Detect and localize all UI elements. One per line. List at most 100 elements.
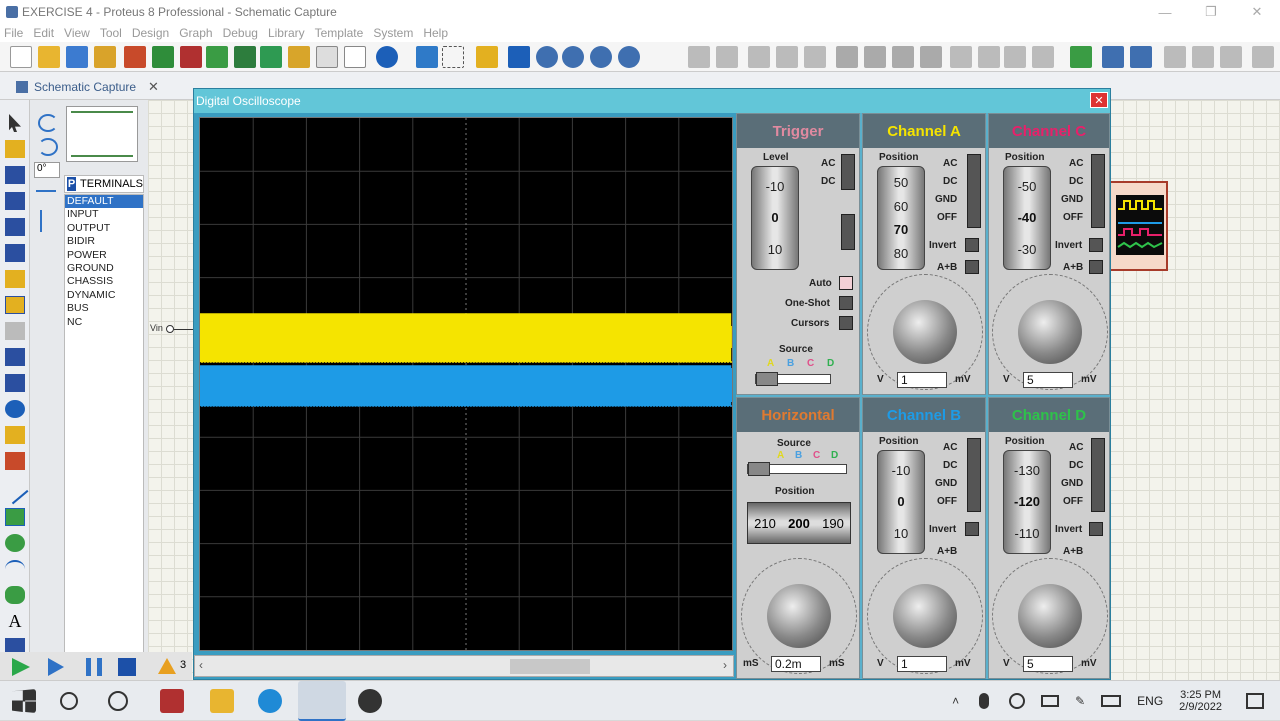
tape-recorder-icon[interactable] xyxy=(5,374,25,392)
generator-icon[interactable] xyxy=(5,400,25,418)
pick-button[interactable]: P xyxy=(67,177,77,191)
zoom-in-icon[interactable] xyxy=(536,46,558,68)
chevron-up-icon[interactable]: ˄ xyxy=(952,694,959,708)
help-icon[interactable] xyxy=(376,46,398,68)
menu-graph[interactable]: Graph xyxy=(179,26,212,40)
menu-template[interactable]: Template xyxy=(315,26,364,40)
wire-autorouter-icon[interactable] xyxy=(1070,46,1092,68)
list-item[interactable]: BIDIR xyxy=(65,235,143,248)
paste-icon[interactable] xyxy=(804,46,826,68)
scroll-left-icon[interactable]: ‹ xyxy=(199,658,203,672)
coupling-switch[interactable] xyxy=(841,154,855,190)
channel-a-coupling-switch[interactable] xyxy=(967,154,981,228)
proteus-taskbar-icon[interactable] xyxy=(160,689,184,713)
keyboard-icon[interactable] xyxy=(1101,695,1122,707)
isis-taskbar-icon[interactable] xyxy=(298,681,346,721)
terminal-node[interactable] xyxy=(166,325,174,333)
copy-icon[interactable] xyxy=(776,46,798,68)
home-icon[interactable] xyxy=(124,46,146,68)
mirror-x-icon[interactable] xyxy=(36,190,56,208)
zoom-area-icon[interactable] xyxy=(618,46,640,68)
clock[interactable]: 3:25 PM 2/9/2022 xyxy=(1179,689,1222,713)
zoom-all-icon[interactable] xyxy=(590,46,612,68)
overview-preview[interactable] xyxy=(66,106,138,162)
scroll-right-icon[interactable]: › xyxy=(723,658,727,672)
timebase-field[interactable]: 0.2m xyxy=(771,656,821,672)
one-shot-button[interactable] xyxy=(839,296,853,310)
origin-icon[interactable] xyxy=(476,46,498,68)
step-icon[interactable] xyxy=(48,658,64,676)
tab-schematic-capture[interactable]: Schematic Capture ✕ xyxy=(16,75,159,99)
list-item[interactable]: GROUND xyxy=(65,262,143,275)
channel-a-apb-button[interactable] xyxy=(965,260,979,274)
new-file-icon[interactable] xyxy=(10,46,32,68)
stop-icon[interactable] xyxy=(118,658,136,676)
block-move-icon[interactable] xyxy=(864,46,886,68)
channel-b-coupling-switch[interactable] xyxy=(967,438,981,512)
gerber-icon[interactable] xyxy=(234,46,256,68)
network-icon[interactable] xyxy=(1009,693,1026,709)
cortana-icon[interactable] xyxy=(108,691,128,711)
block-copy-icon[interactable] xyxy=(836,46,858,68)
schematic-icon[interactable] xyxy=(152,46,174,68)
close-button[interactable]: ✕ xyxy=(1234,0,1280,24)
channel-b-invert-button[interactable] xyxy=(965,522,979,536)
grid-icon[interactable] xyxy=(442,46,464,68)
channel-d-position-drum[interactable]: -130 -120 -110 xyxy=(1003,450,1051,554)
list-item[interactable]: POWER xyxy=(65,249,143,262)
menu-system[interactable]: System xyxy=(373,26,413,40)
channel-b-volts-field[interactable]: 1 xyxy=(897,656,947,672)
decompose-icon[interactable] xyxy=(1032,46,1054,68)
remove-sheet-icon[interactable] xyxy=(1192,46,1214,68)
rotate-cw-icon[interactable] xyxy=(38,114,58,132)
search-icon[interactable] xyxy=(60,692,78,710)
menu-library[interactable]: Library xyxy=(268,26,305,40)
language-indicator[interactable]: ENG xyxy=(1137,694,1163,708)
oscilloscope-titlebar[interactable]: Digital Oscilloscope xyxy=(194,89,1110,113)
list-item[interactable]: OUTPUT xyxy=(65,222,143,235)
line-tool-icon[interactable] xyxy=(1,477,29,505)
component-mode-icon[interactable] xyxy=(5,140,25,158)
channel-b-position-drum[interactable]: -10 0 10 xyxy=(877,450,925,554)
menu-help[interactable]: Help xyxy=(423,26,448,40)
import-icon[interactable] xyxy=(94,46,116,68)
horizontal-source-slider[interactable] xyxy=(747,462,847,476)
oscilloscope-component[interactable] xyxy=(1108,181,1168,271)
level-drum[interactable]: -10 0 10 xyxy=(751,166,799,270)
minimize-button[interactable]: — xyxy=(1142,0,1188,24)
wire-label-icon[interactable] xyxy=(5,192,25,210)
channel-c-coupling-switch[interactable] xyxy=(1091,154,1105,228)
tab-close-icon[interactable]: ✕ xyxy=(148,79,159,95)
menu-debug[interactable]: Debug xyxy=(223,26,258,40)
goto-sheet-icon[interactable] xyxy=(1220,46,1242,68)
channel-b-volts-knob[interactable] xyxy=(893,584,957,648)
text-script-icon[interactable] xyxy=(5,218,25,236)
edge-switch[interactable] xyxy=(841,214,855,250)
probe-icon[interactable] xyxy=(5,426,25,444)
list-item[interactable]: DYNAMIC xyxy=(65,289,143,302)
redo-icon[interactable] xyxy=(716,46,738,68)
list-item[interactable]: DEFAULT xyxy=(65,195,143,209)
save-icon[interactable] xyxy=(66,46,88,68)
open-folder-icon[interactable] xyxy=(38,46,60,68)
channel-d-volts-knob[interactable] xyxy=(1018,584,1082,648)
selection-mode-icon[interactable] xyxy=(9,114,21,132)
box-tool-icon[interactable] xyxy=(5,508,25,526)
windows-start-icon[interactable] xyxy=(12,689,36,713)
horizontal-scrollbar[interactable]: ‹ › xyxy=(194,655,734,677)
property-assign-icon[interactable] xyxy=(1130,46,1152,68)
make-device-icon[interactable] xyxy=(978,46,1000,68)
menu-file[interactable]: File xyxy=(4,26,23,40)
buses-icon[interactable] xyxy=(5,244,25,262)
channel-c-volts-field[interactable]: 5 xyxy=(1023,372,1073,388)
scroll-thumb[interactable] xyxy=(510,659,590,674)
instruments-icon[interactable] xyxy=(5,452,25,470)
block-delete-icon[interactable] xyxy=(920,46,942,68)
netlist-icon[interactable] xyxy=(1252,46,1274,68)
mirror-y-icon[interactable] xyxy=(40,210,50,232)
menu-edit[interactable]: Edit xyxy=(33,26,54,40)
edge-browser-icon[interactable] xyxy=(258,689,282,713)
pick-device-icon[interactable] xyxy=(950,46,972,68)
play-icon[interactable] xyxy=(12,658,30,676)
notes-icon[interactable] xyxy=(344,46,366,68)
